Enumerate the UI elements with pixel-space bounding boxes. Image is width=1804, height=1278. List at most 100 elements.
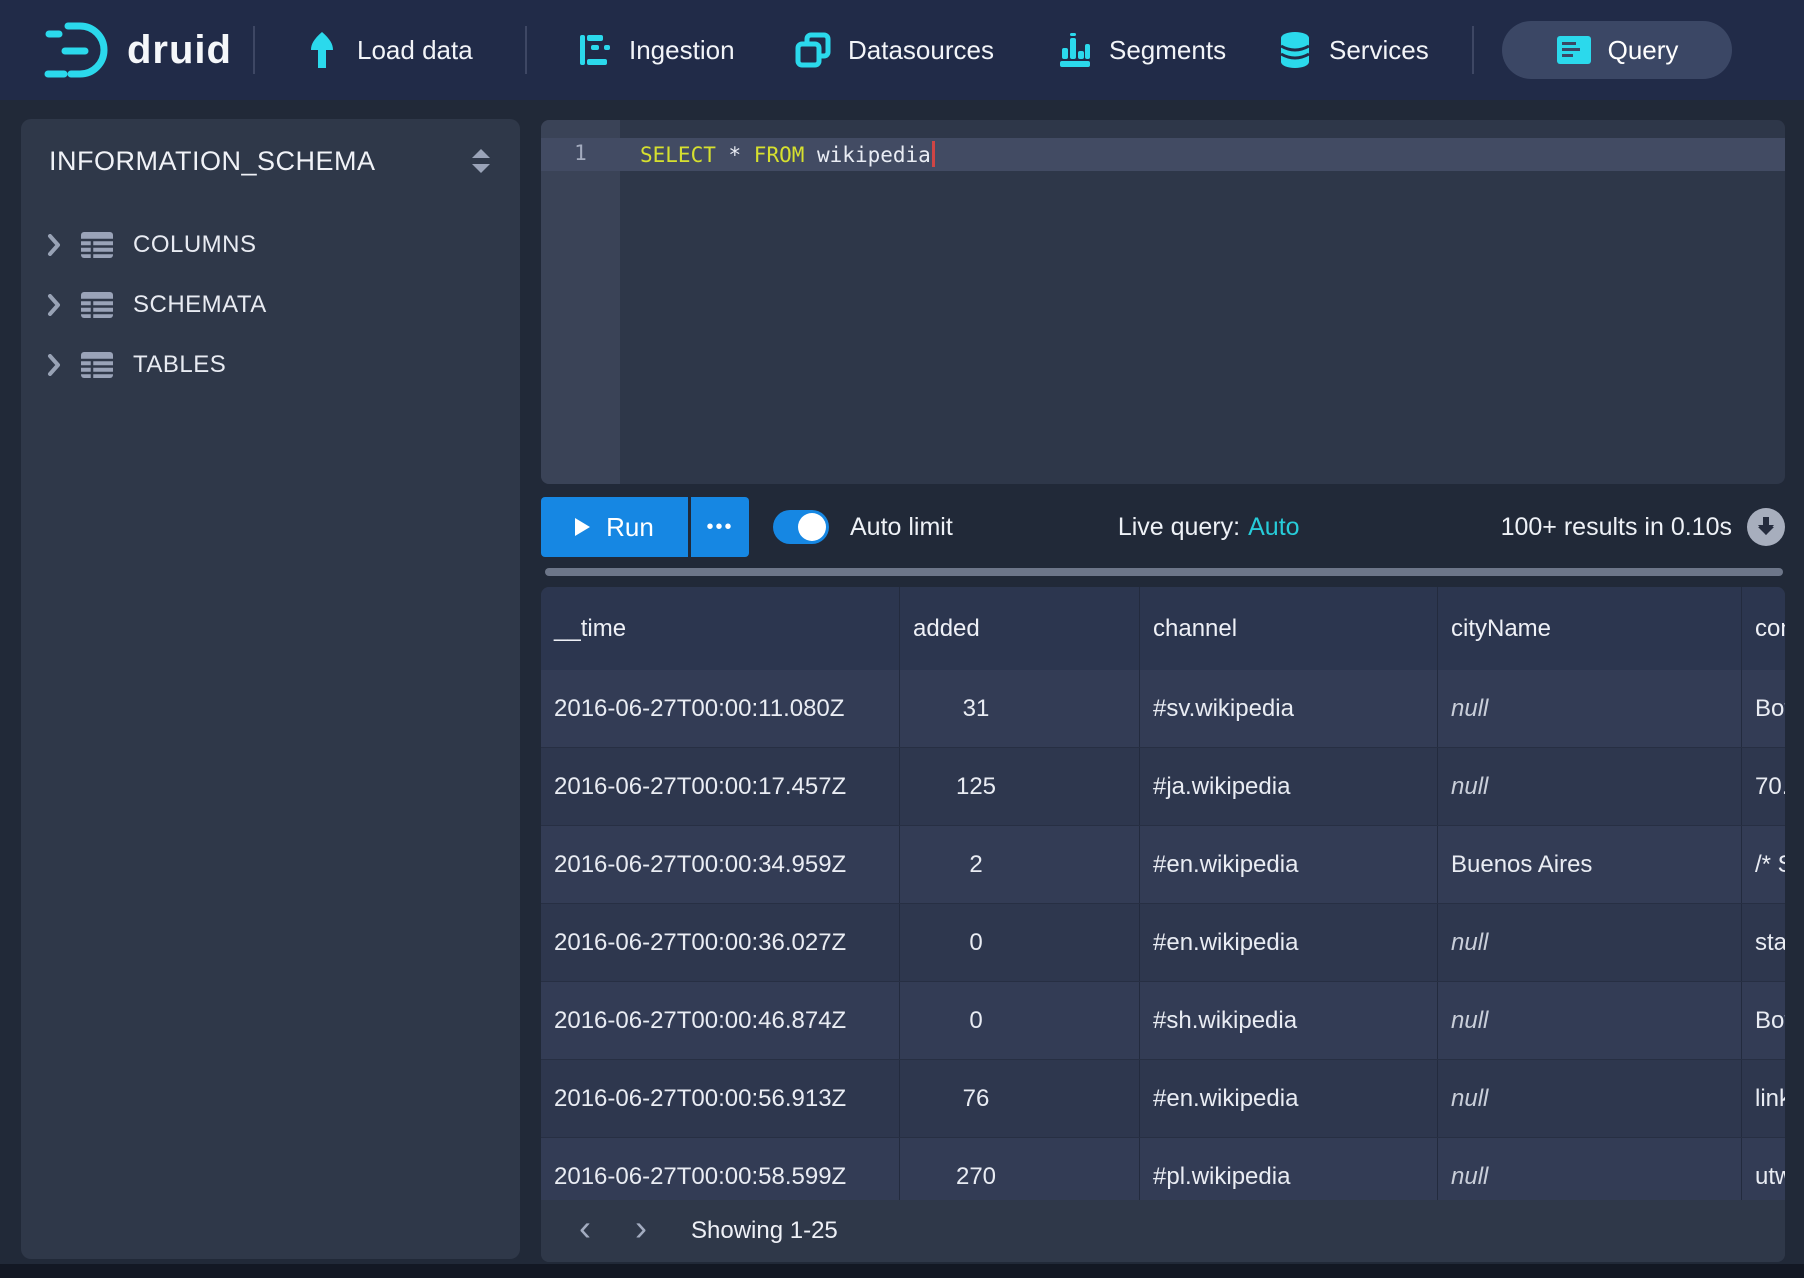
run-button[interactable]: Run [541,497,688,557]
nav-item-datasources[interactable]: Datasources [795,0,994,100]
showing-range-label: Showing 1-25 [691,1217,838,1245]
sidebar-item-schemata[interactable]: SCHEMATA [21,275,520,335]
live-query-value[interactable]: Auto [1248,513,1299,541]
table-cell: 2016-06-27T00:00:17.457Z [541,748,900,825]
table-cell: #sh.wikipedia [1140,982,1438,1059]
nav-item-query-active[interactable]: Query [1502,21,1732,79]
sql-editor[interactable]: 1 SELECT * FROM wikipedia [541,120,1785,484]
nav-item-services[interactable]: Services [1278,0,1429,100]
nav-item-label: Query [1608,35,1679,66]
schema-title: INFORMATION_SCHEMA [49,146,470,177]
nav-item-segments[interactable]: Segments [1058,0,1226,100]
sql-token: * [716,143,754,167]
table-cell: 0 [900,904,1140,981]
results-table-header: __timeaddedchannelcityNamecomment [541,587,1785,670]
text-cursor [932,141,935,167]
table-cell: Bot [1742,982,1785,1059]
column-header-time[interactable]: __time [541,587,900,670]
live-query-label: Live query:Auto [1118,513,1300,542]
sql-token: SELECT [640,143,716,167]
play-icon [575,518,590,536]
table-cell: Bot [1742,670,1785,747]
druid-logo-icon [43,21,109,79]
table-row: 2016-06-27T00:00:56.913Z76#en.wikipedian… [541,1060,1785,1138]
table-icon [81,292,113,318]
nav-item-label: Datasources [848,35,994,66]
table-cell: 2016-06-27T00:00:36.027Z [541,904,900,981]
nav-item-load-data[interactable]: Load data [304,0,473,100]
table-cell: #en.wikipedia [1140,826,1438,903]
nav-item-ingestion[interactable]: Ingestion [578,0,735,100]
toggle-knob [798,513,826,541]
table-cell: null [1438,982,1742,1059]
chevron-right-icon[interactable] [47,234,61,256]
table-cell: null [1438,748,1742,825]
column-header-channel[interactable]: channel [1140,587,1438,670]
table-row: 2016-06-27T00:00:11.080Z31#sv.wikipedian… [541,670,1785,748]
auto-limit-toggle[interactable] [773,510,829,544]
console-icon [1556,35,1592,65]
next-page-button[interactable]: › [613,1206,669,1256]
results-pagination: ‹ › Showing 1-25 [541,1200,1785,1262]
run-button-label: Run [606,512,654,543]
schema-header[interactable]: INFORMATION_SCHEMA [21,139,520,183]
table-cell: #en.wikipedia [1140,1060,1438,1137]
top-nav-bar: druid Load data Ingestion [0,0,1804,100]
table-cell: sta [1742,904,1785,981]
nav-divider [525,26,527,74]
editor-line-number: 1 [541,141,620,165]
table-icon [81,232,113,258]
editor-gutter [541,120,620,484]
table-cell: 31 [900,670,1140,747]
nav-item-label: Segments [1109,35,1226,66]
table-cell: 2016-06-27T00:00:34.959Z [541,826,900,903]
table-cell: link [1742,1060,1785,1137]
table-cell: Buenos Aires [1438,826,1742,903]
prev-page-button[interactable]: ‹ [557,1206,613,1256]
nav-item-label: Ingestion [629,35,735,66]
table-row: 2016-06-27T00:00:36.027Z0#en.wikipedianu… [541,904,1785,982]
horizontal-scrollbar[interactable] [545,568,1783,576]
chevron-right-icon[interactable] [47,294,61,316]
table-cell: null [1438,670,1742,747]
table-cell: 125 [900,748,1140,825]
upload-icon [304,31,340,69]
table-cell: 70. [1742,748,1785,825]
results-panel: __timeaddedchannelcityNamecomment 2016-0… [541,587,1785,1262]
editor-code-line[interactable]: SELECT * FROM wikipedia [640,141,935,167]
bar-chart-icon [1058,32,1092,68]
table-cell: 2016-06-27T00:00:11.080Z [541,670,900,747]
table-icon [81,352,113,378]
table-row: 2016-06-27T00:00:46.874Z0#sh.wikipedianu… [541,982,1785,1060]
nav-divider [253,26,255,74]
results-summary: 100+ results in 0.10s [1501,513,1732,542]
druid-logo[interactable]: druid [43,0,232,100]
download-results-button[interactable] [1747,508,1785,546]
auto-limit-label: Auto limit [850,513,953,542]
nav-item-label: Load data [357,35,473,66]
column-header-comment[interactable]: comment [1742,587,1785,670]
table-cell: null [1438,904,1742,981]
column-header-cityname[interactable]: cityName [1438,587,1742,670]
column-header-added[interactable]: added [900,587,1140,670]
table-cell: /* S [1742,826,1785,903]
nav-divider [1472,26,1474,74]
ingestion-chart-icon [578,33,612,67]
tree-item-label: COLUMNS [133,231,257,259]
more-options-button[interactable]: ••• [691,497,749,557]
table-row: 2016-06-27T00:00:17.457Z125#ja.wikipedia… [541,748,1785,826]
chevron-right-icon[interactable] [47,354,61,376]
sql-token: FROM [754,143,805,167]
query-toolbar: Run ••• Auto limit Live query:Auto 100+ … [541,497,1785,557]
table-row: 2016-06-27T00:00:34.959Z2#en.wikipediaBu… [541,826,1785,904]
brand-wordmark: druid [127,28,232,73]
double-caret-vertical-icon [470,148,492,174]
nav-item-label: Services [1329,35,1429,66]
bottom-edge-strip [0,1264,1804,1278]
layers-icon [795,32,831,68]
sidebar-item-tables[interactable]: TABLES [21,335,520,395]
tree-item-label: SCHEMATA [133,291,267,319]
schema-tree: COLUMNS SCHEMATA TABLES [21,215,520,395]
sidebar-item-columns[interactable]: COLUMNS [21,215,520,275]
table-cell: #ja.wikipedia [1140,748,1438,825]
